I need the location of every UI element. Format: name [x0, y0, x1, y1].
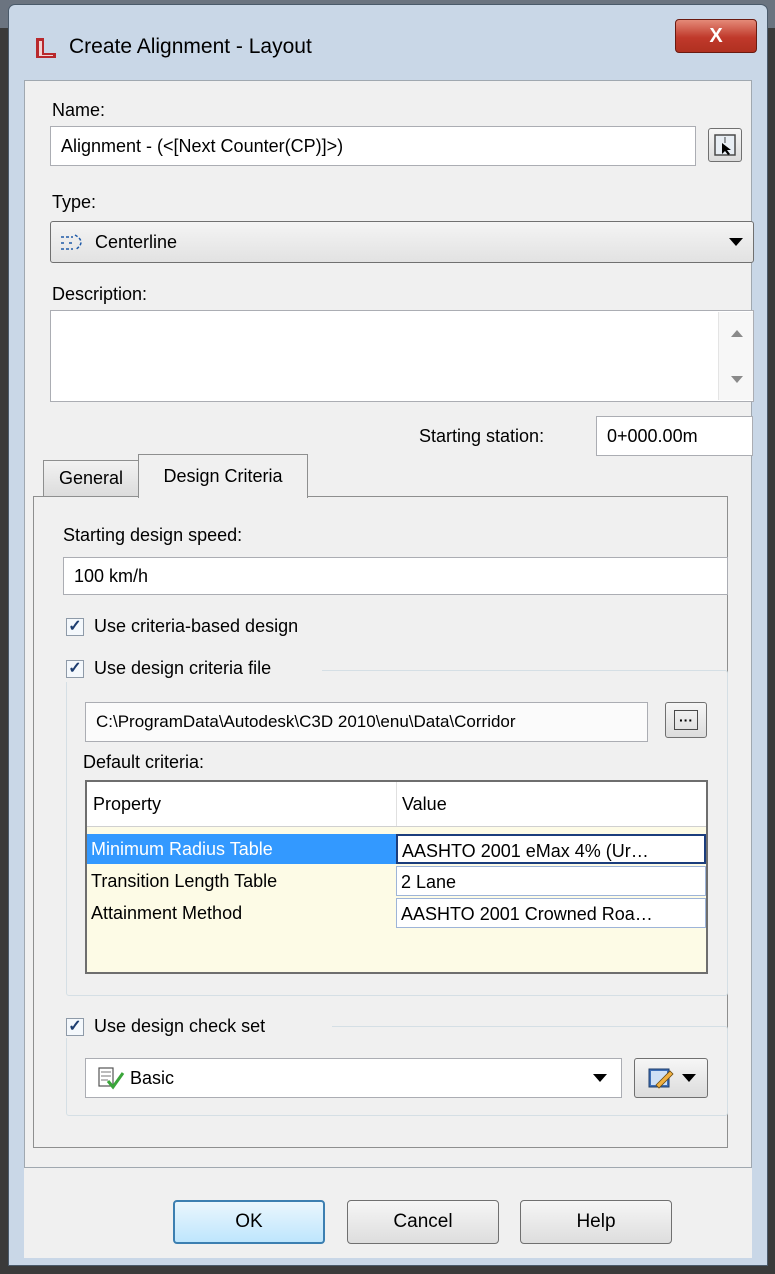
description-input[interactable] [50, 310, 754, 402]
check-set-label: Use design check set [94, 1016, 266, 1036]
scroll-down-icon[interactable] [731, 376, 743, 383]
cancel-button[interactable]: Cancel [347, 1200, 499, 1244]
centerline-icon [61, 234, 82, 251]
default-criteria-label: Default criteria: [83, 752, 205, 772]
table-header: Property Value [87, 782, 706, 827]
table-row[interactable]: Transition Length Table 2 Lane [87, 866, 706, 896]
civil3d-app-icon [36, 38, 56, 58]
chevron-down-icon [593, 1074, 607, 1082]
checkmark-icon: ✓ [68, 1018, 82, 1035]
tab-design-criteria-label: Design Criteria [163, 466, 283, 486]
edit-name-icon: I [714, 134, 736, 156]
name-template-button[interactable]: I [708, 128, 742, 162]
type-value: Centerline [95, 231, 178, 252]
check-set-icon [98, 1067, 125, 1090]
criteria-table[interactable]: Property Value Minimum Radius Table AASH… [85, 780, 708, 974]
tab-design-criteria[interactable]: Design Criteria [138, 454, 308, 498]
close-icon: X [709, 24, 723, 47]
close-button[interactable]: X [675, 19, 757, 53]
criteria-based-label: Use criteria-based design [94, 616, 299, 636]
name-input[interactable]: Alignment - (<[Next Counter(CP)]>) [50, 126, 696, 166]
design-speed-label: Starting design speed: [63, 525, 243, 545]
starting-station-input[interactable]: 0+000.00m [596, 416, 753, 456]
criteria-file-checkbox[interactable]: ✓ [66, 660, 84, 678]
chevron-down-icon[interactable] [682, 1074, 696, 1082]
ok-button[interactable]: OK [173, 1200, 325, 1244]
check-set-dropdown[interactable]: Basic [85, 1058, 622, 1098]
title-bar[interactable]: Create Alignment - Layout X [9, 5, 767, 81]
tab-general[interactable]: General [43, 460, 139, 496]
scroll-up-icon[interactable] [731, 330, 743, 337]
description-label: Description: [52, 284, 148, 304]
column-header-value[interactable]: Value [402, 794, 447, 815]
type-dropdown[interactable]: Centerline [50, 221, 754, 263]
tab-general-label: General [58, 468, 124, 488]
cell-property: Attainment Method [91, 903, 243, 923]
edit-icon [648, 1068, 674, 1089]
cell-property: Transition Length Table [91, 871, 278, 891]
cell-value[interactable]: AASHTO 2001 eMax 4% (Ur… [396, 834, 706, 864]
design-speed-input[interactable]: 100 km/h [63, 557, 728, 595]
cell-value[interactable]: 2 Lane [396, 866, 706, 896]
browse-button[interactable]: ··· [665, 702, 707, 738]
table-row[interactable]: Attainment Method AASHTO 2001 Crowned Ro… [87, 898, 706, 928]
criteria-based-checkbox[interactable]: ✓ [66, 618, 84, 636]
edit-check-set-button[interactable] [634, 1058, 708, 1098]
criteria-file-path[interactable]: C:\ProgramData\Autodesk\C3D 2010\enu\Dat… [85, 702, 648, 742]
help-button[interactable]: Help [520, 1200, 672, 1244]
chevron-down-icon [729, 238, 743, 246]
checkmark-icon: ✓ [68, 660, 82, 677]
column-header-property[interactable]: Property [93, 794, 161, 815]
table-row[interactable]: Minimum Radius Table AASHTO 2001 eMax 4%… [87, 834, 706, 864]
type-label: Type: [52, 192, 97, 212]
checkmark-icon: ✓ [68, 618, 82, 635]
check-set-value: Basic [130, 1067, 175, 1088]
description-scrollbar[interactable] [718, 312, 753, 400]
column-divider [396, 782, 397, 826]
ellipsis-icon: ··· [674, 710, 698, 730]
cell-property: Minimum Radius Table [87, 834, 396, 864]
cell-value[interactable]: AASHTO 2001 Crowned Roa… [396, 898, 706, 928]
check-set-checkbox[interactable]: ✓ [66, 1018, 84, 1036]
name-label: Name: [52, 100, 106, 120]
starting-station-label: Starting station: [419, 426, 545, 446]
criteria-file-label: Use design criteria file [94, 658, 272, 678]
svg-text:I: I [724, 136, 726, 145]
window-title: Create Alignment - Layout [69, 35, 312, 58]
